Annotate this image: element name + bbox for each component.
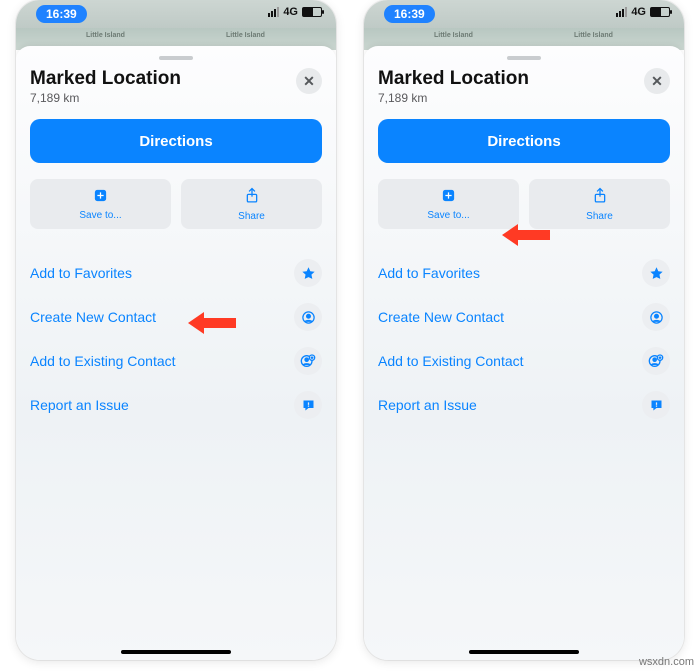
plus-square-icon	[441, 188, 456, 208]
row-existing-contact[interactable]: Add to Existing Contact	[30, 339, 322, 383]
network-label: 4G	[283, 6, 298, 18]
map-label: Little Island	[86, 32, 125, 39]
status-time: 16:39	[36, 5, 87, 23]
map-label: Little Island	[574, 32, 613, 39]
close-button[interactable]: ✕	[296, 68, 322, 94]
watermark: wsxdn.com	[639, 656, 694, 668]
share-icon	[593, 187, 607, 209]
status-bar: 16:39 4G	[16, 0, 336, 28]
row-create-contact[interactable]: Create New Contact	[30, 295, 322, 339]
status-right: 4G	[268, 6, 322, 18]
network-label: 4G	[631, 6, 646, 18]
status-bar: 16:39 4G	[364, 0, 684, 28]
home-indicator[interactable]	[469, 650, 579, 654]
directions-label: Directions	[487, 133, 560, 150]
directions-button[interactable]: Directions	[30, 119, 322, 163]
plus-square-icon	[93, 188, 108, 208]
contact-icon	[294, 303, 322, 331]
row-add-favorites[interactable]: Add to Favorites	[378, 251, 670, 295]
close-icon: ✕	[303, 73, 315, 90]
status-right: 4G	[616, 6, 670, 18]
signal-icon	[616, 7, 627, 17]
sheet-title: Marked Location	[378, 68, 529, 90]
report-icon	[294, 391, 322, 419]
sheet-subtitle: 7,189 km	[378, 91, 529, 105]
home-indicator[interactable]	[121, 650, 231, 654]
row-label: Add to Existing Contact	[378, 353, 524, 369]
row-label: Create New Contact	[378, 309, 504, 325]
map-label: Little Island	[434, 32, 473, 39]
phone-right: 16:39 4G Little Island Little Island Mar…	[364, 0, 684, 660]
row-label: Report an Issue	[378, 397, 477, 413]
row-label: Add to Existing Contact	[30, 353, 176, 369]
close-button[interactable]: ✕	[644, 68, 670, 94]
share-icon	[245, 187, 259, 209]
row-label: Report an Issue	[30, 397, 129, 413]
share-button[interactable]: Share	[529, 179, 670, 229]
row-create-contact[interactable]: Create New Contact	[378, 295, 670, 339]
battery-icon	[650, 7, 670, 17]
contact-icon	[642, 303, 670, 331]
sheet-grabber[interactable]	[159, 56, 193, 60]
directions-button[interactable]: Directions	[378, 119, 670, 163]
location-sheet: Marked Location 7,189 km ✕ Directions Sa…	[364, 46, 684, 660]
row-report-issue[interactable]: Report an Issue	[30, 383, 322, 427]
save-button[interactable]: Save to...	[378, 179, 519, 229]
battery-icon	[302, 7, 322, 17]
row-label: Create New Contact	[30, 309, 156, 325]
close-icon: ✕	[651, 73, 663, 90]
sheet-grabber[interactable]	[507, 56, 541, 60]
save-button[interactable]: Save to...	[30, 179, 171, 229]
save-label: Save to...	[79, 210, 121, 221]
location-sheet: Marked Location 7,189 km ✕ Directions Sa…	[16, 46, 336, 660]
row-add-favorites[interactable]: Add to Favorites	[30, 251, 322, 295]
signal-icon	[268, 7, 279, 17]
phone-left: 16:39 4G Little Island Little Island Mar…	[16, 0, 336, 660]
sheet-title: Marked Location	[30, 68, 181, 90]
row-existing-contact[interactable]: Add to Existing Contact	[378, 339, 670, 383]
contact-add-icon	[294, 347, 322, 375]
sheet-subtitle: 7,189 km	[30, 91, 181, 105]
row-report-issue[interactable]: Report an Issue	[378, 383, 670, 427]
status-time: 16:39	[384, 5, 435, 23]
report-icon	[642, 391, 670, 419]
save-label: Save to...	[427, 210, 469, 221]
share-label: Share	[586, 211, 613, 222]
map-label: Little Island	[226, 32, 265, 39]
row-label: Add to Favorites	[30, 265, 132, 281]
row-label: Add to Favorites	[378, 265, 480, 281]
share-label: Share	[238, 211, 265, 222]
contact-add-icon	[642, 347, 670, 375]
share-button[interactable]: Share	[181, 179, 322, 229]
directions-label: Directions	[139, 133, 212, 150]
star-icon	[642, 259, 670, 287]
star-icon	[294, 259, 322, 287]
